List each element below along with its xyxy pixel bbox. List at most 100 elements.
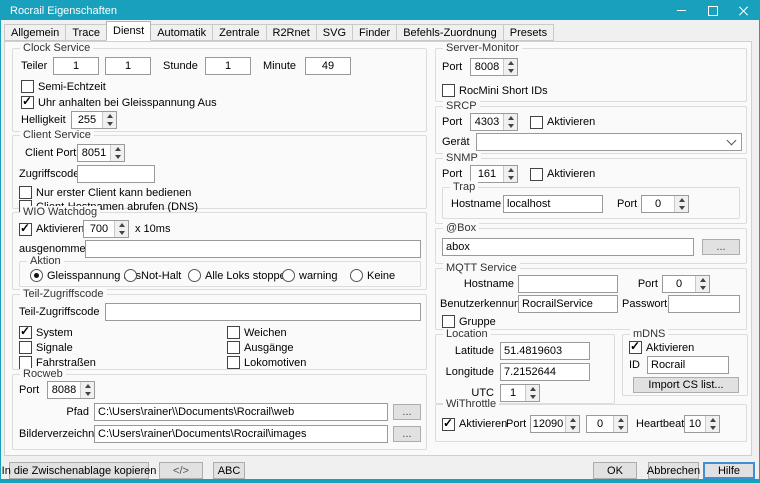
snmp-aktivieren-checkbox[interactable]: Aktivieren	[530, 168, 595, 181]
snmp-port-value[interactable]	[471, 166, 503, 182]
checkbox-box[interactable]	[19, 186, 32, 199]
spinner-buttons[interactable]	[503, 114, 517, 130]
spinner-buttons[interactable]	[102, 112, 116, 128]
maximize-button[interactable]	[697, 1, 728, 20]
cancel-button[interactable]: Abbrechen	[648, 462, 699, 479]
copy-to-clipboard-button[interactable]: In die Zwischenablage kopieren	[9, 462, 149, 479]
trap-hostname-field[interactable]	[503, 195, 603, 213]
signale-checkbox[interactable]: Signale	[19, 341, 73, 354]
teil-zugriffscode-field[interactable]	[105, 303, 421, 321]
pfad-browse-button[interactable]: ...	[393, 404, 421, 420]
spinner-buttons[interactable]	[705, 416, 719, 432]
withrottle-port-spinner[interactable]	[530, 415, 580, 433]
wio-aktivieren-checkbox[interactable]: Aktivieren	[19, 223, 81, 236]
utc-value[interactable]	[501, 385, 525, 401]
server-monitor-port-value[interactable]	[471, 59, 503, 75]
trap-port-spinner[interactable]	[641, 195, 689, 213]
checkbox-box[interactable]	[530, 116, 543, 129]
checkbox-box[interactable]	[21, 96, 34, 109]
bilderverzeichnis-field[interactable]	[94, 425, 388, 443]
checkbox-box[interactable]	[227, 356, 240, 369]
minute-field[interactable]	[305, 57, 351, 75]
teiler-field-2[interactable]	[105, 57, 151, 75]
wio-timeout-value[interactable]	[84, 221, 114, 237]
withrottle-port2-spinner[interactable]	[586, 415, 628, 433]
weichen-checkbox[interactable]: Weichen	[227, 326, 287, 339]
import-cs-list-button[interactable]: Import CS list...	[633, 377, 739, 393]
helligkeit-value[interactable]	[72, 112, 102, 128]
code-button[interactable]: </>	[159, 462, 203, 479]
mdns-id-field[interactable]	[647, 356, 729, 374]
wio-timeout-spinner[interactable]	[83, 220, 129, 238]
client-port-spinner[interactable]	[77, 144, 125, 162]
tab-allgemein[interactable]: Allgemein	[4, 24, 66, 41]
ausgenommen-field[interactable]	[85, 240, 421, 258]
mqtt-port-spinner[interactable]	[662, 275, 710, 293]
mdns-aktivieren-checkbox[interactable]: Aktivieren	[629, 341, 694, 354]
tab-r2rnet[interactable]: R2Rnet	[266, 24, 317, 41]
spinner-buttons[interactable]	[80, 382, 94, 398]
benutzerkennung-field[interactable]	[518, 295, 618, 313]
ausgaenge-checkbox[interactable]: Ausgänge	[227, 341, 294, 354]
srcp-aktivieren-checkbox[interactable]: Aktivieren	[530, 116, 595, 129]
close-button[interactable]	[728, 1, 759, 20]
atbox-browse-button[interactable]: ...	[702, 239, 740, 255]
spinner-buttons[interactable]	[114, 221, 128, 237]
tab-zentrale[interactable]: Zentrale	[212, 24, 266, 41]
tab-finder[interactable]: Finder	[352, 24, 397, 41]
checkbox-box[interactable]	[530, 168, 543, 181]
spinner-buttons[interactable]	[503, 59, 517, 75]
checkbox-box[interactable]	[442, 418, 455, 431]
bilderverzeichnis-browse-button[interactable]: ...	[393, 426, 421, 442]
pfad-field[interactable]	[94, 403, 388, 421]
srcp-port-spinner[interactable]	[470, 113, 518, 131]
checkbox-box[interactable]	[227, 341, 240, 354]
checkbox-box[interactable]	[442, 84, 455, 97]
trap-port-value[interactable]	[642, 196, 674, 212]
tab-presets[interactable]: Presets	[503, 24, 554, 41]
client-port-value[interactable]	[78, 145, 110, 161]
spinner-buttons[interactable]	[695, 276, 709, 292]
checkbox-box[interactable]	[21, 80, 34, 93]
rocmini-short-ids-checkbox[interactable]: RocMini Short IDs	[442, 84, 548, 97]
geraet-combobox[interactable]	[476, 133, 742, 151]
gruppe-checkbox[interactable]: Gruppe	[442, 315, 496, 328]
tab-befehls-zuordnung[interactable]: Befehls-Zuordnung	[396, 24, 504, 41]
radio-not-halt[interactable]: Not-Halt	[124, 269, 181, 282]
radio-dot[interactable]	[30, 269, 43, 282]
minimize-button[interactable]	[666, 1, 697, 20]
withrottle-port-value[interactable]	[531, 416, 565, 432]
system-checkbox[interactable]: System	[19, 326, 73, 339]
mqtt-hostname-field[interactable]	[518, 275, 618, 293]
passwort-field[interactable]	[668, 295, 740, 313]
radio-dot[interactable]	[124, 269, 137, 282]
radio-keine[interactable]: Keine	[350, 269, 395, 282]
radio-dot[interactable]	[350, 269, 363, 282]
uhr-anhalten-checkbox[interactable]: Uhr anhalten bei Gleisspannung Aus	[21, 96, 217, 109]
rocweb-port-spinner[interactable]	[47, 381, 95, 399]
checkbox-box[interactable]	[629, 341, 642, 354]
tab-dienst[interactable]: Dienst	[106, 21, 151, 41]
radio-dot[interactable]	[282, 269, 295, 282]
radio-dot[interactable]	[188, 269, 201, 282]
tab-trace[interactable]: Trace	[65, 24, 107, 41]
server-monitor-port-spinner[interactable]	[470, 58, 518, 76]
withrottle-port2-value[interactable]	[587, 416, 613, 432]
longitude-field[interactable]	[500, 363, 590, 381]
mqtt-port-value[interactable]	[663, 276, 695, 292]
helligkeit-spinner[interactable]	[71, 111, 117, 129]
radio-warning[interactable]: warning	[282, 269, 338, 282]
heartbeat-spinner[interactable]	[684, 415, 720, 433]
spinner-buttons[interactable]	[565, 416, 579, 432]
spinner-buttons[interactable]	[674, 196, 688, 212]
checkbox-box[interactable]	[19, 341, 32, 354]
checkbox-box[interactable]	[19, 326, 32, 339]
heartbeat-value[interactable]	[685, 416, 705, 432]
srcp-port-value[interactable]	[471, 114, 503, 130]
checkbox-box[interactable]	[442, 315, 455, 328]
rocweb-port-value[interactable]	[48, 382, 80, 398]
checkbox-box[interactable]	[227, 326, 240, 339]
utc-spinner[interactable]	[500, 384, 540, 402]
nur-erster-client-checkbox[interactable]: Nur erster Client kann bedienen	[19, 186, 191, 199]
latitude-field[interactable]	[500, 342, 590, 360]
